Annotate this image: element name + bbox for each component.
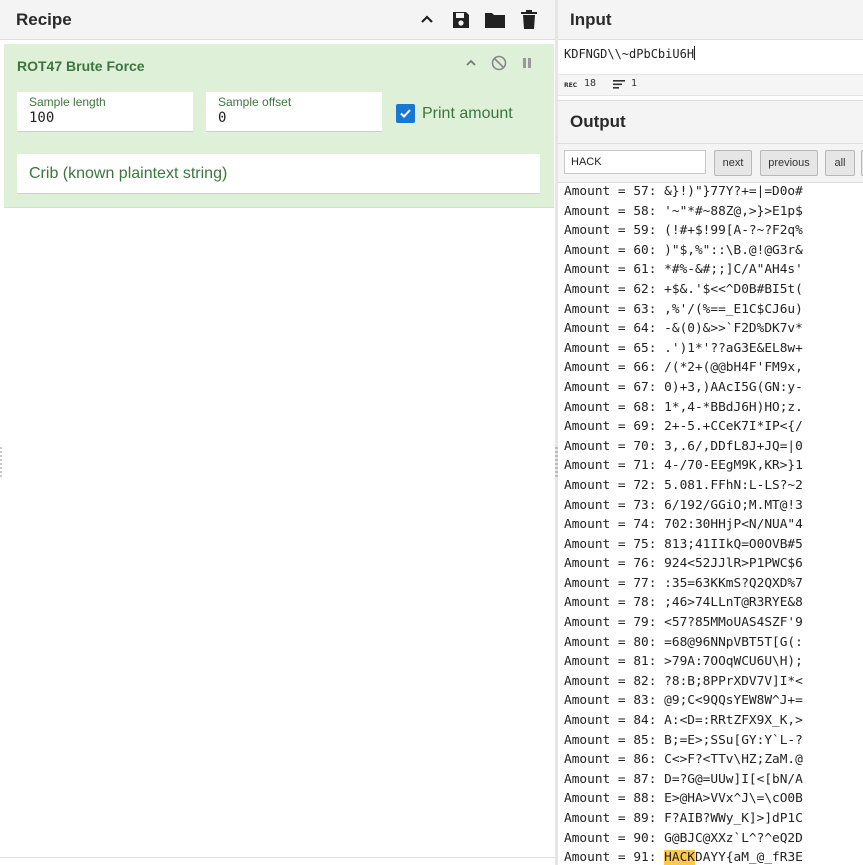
output-line: Amount = 83: @9;C<9QQsYEW8W^J+= [564, 693, 803, 709]
input-title: Input [570, 9, 612, 29]
output-title: Output [570, 112, 626, 131]
input-length-stat: REC 18 [564, 78, 596, 89]
output-line: Amount = 60: )"$,%"::\B.@!@G3r& [564, 242, 803, 258]
recipe-resize-handle[interactable] [0, 447, 2, 477]
output-line: Amount = 88: E>@HA>VVx^J\=\cO0B [564, 791, 803, 807]
trash-icon[interactable] [517, 8, 541, 32]
crib-input[interactable]: Crib (known plaintext string) [17, 154, 540, 194]
output-line: Amount = 89: F?AIB?WWy_K]>]dP1C [564, 811, 803, 826]
print-amount-checkbox[interactable]: Print amount [396, 104, 513, 123]
output-search-bar: HACK next previous all [558, 144, 863, 183]
output-line: Amount = 68: 1*,4-*BBdJ6H)HO;z. [564, 399, 803, 415]
sample-offset-label: Sample offset [218, 95, 292, 109]
output-line: Amount = 72: 5.081.FFhN:L-LS?~2 [564, 477, 803, 493]
output-line-text: DAYY{aM_@_fR3E [695, 850, 803, 865]
output-line: Amount = 65: .')1*'??aG3E&EL8w+ [564, 340, 803, 356]
input-lines-value: 1 [631, 78, 638, 89]
search-previous-button[interactable]: previous [760, 150, 818, 176]
output-line: Amount = 57: &}!)"}77Y?+=|=D0o# [564, 184, 803, 199]
input-status-bar: REC 18 1 [558, 74, 863, 96]
output-line: Amount = 86: C<>F?<TTv\HZ;ZaM.@ [564, 752, 803, 768]
operation-controls [462, 54, 536, 72]
output-line-text: Amount = 91: [564, 850, 665, 865]
output-pane: Output HACK next previous all Amount = 5… [558, 100, 863, 865]
recipe-title: Recipe [16, 9, 72, 29]
output-line: Amount = 77: :35=63KKmS?Q2QXD%7 [564, 575, 803, 591]
output-line: Amount = 90: G@BJC@XXz`L^?^eQ2D [564, 830, 803, 846]
output-line: Amount = 61: *#%-&#;;]C/A"AH4s' [564, 262, 803, 278]
output-line: Amount = 67: 0)+3,)AAcI5G(GN:y- [564, 379, 803, 395]
output-line: Amount = 69: 2+-5.+CCeK7I*IP<{/ [564, 419, 803, 435]
length-icon: REC [564, 82, 578, 88]
chevron-up-icon[interactable] [462, 54, 480, 72]
checkmark-icon[interactable] [396, 104, 415, 123]
print-amount-label: Print amount [422, 104, 513, 122]
sample-length-label: Sample length [29, 95, 106, 109]
recipe-pane: Recipe ROT47 Brute Force Sample length 1… [0, 0, 555, 865]
recipe-footer-divider [0, 857, 555, 858]
input-pane: Input KDFNGD\\~dPbCbiU6H REC 18 1 [558, 0, 863, 100]
lines-icon [613, 79, 625, 89]
svg-text:REC: REC [564, 82, 578, 88]
output-header: Output [558, 100, 863, 144]
operation-title: ROT47 Brute Force [17, 58, 145, 74]
input-length-value: 18 [584, 78, 597, 89]
output-search-input[interactable]: HACK [564, 150, 706, 174]
output-line: Amount = 81: >79A:7OOqWCU6U\H); [564, 654, 803, 670]
save-icon[interactable] [449, 8, 473, 32]
output-line: Amount = 63: ,%'/(%==_E1C$CJ6u) [564, 301, 803, 317]
crib-placeholder: Crib (known plaintext string) [29, 165, 228, 182]
output-line: Amount = 64: -&(0)&>>`F2D%DK7v* [564, 321, 803, 337]
output-line: Amount = 91: HACKDAYY{aM_@_fR3E [564, 848, 863, 865]
sample-length-input[interactable]: 100 [29, 110, 179, 126]
output-line: Amount = 66: /(*2+(@@bH4F'FM9x, [564, 360, 803, 376]
output-line: Amount = 76: 924<52JJlR>P1PWC$6 [564, 556, 803, 572]
output-line: Amount = 73: 6/192/GGiO;M.MT@!3 [564, 497, 803, 513]
output-line: Amount = 79: <57?85MMoUAS4SZF'9 [564, 615, 803, 631]
search-next-button[interactable]: next [714, 150, 752, 176]
recipe-toolbar [415, 8, 541, 32]
output-line: Amount = 82: ?8:B;8PPrXDV7V]I*< [564, 673, 803, 689]
output-line: Amount = 70: 3,.6/,DDfL8J+JQ=|0 [564, 438, 803, 454]
sample-offset-field[interactable]: Sample offset 0 [206, 92, 382, 132]
output-line: Amount = 85: B;=E>;SSu[GY:Y`L-? [564, 732, 803, 748]
output-line: Amount = 75: 813;41IIkQ=O0OVB#5 [564, 536, 803, 552]
output-line: Amount = 74: 702:30HHjP<N/NUA"4 [564, 517, 803, 533]
search-all-button[interactable]: all [825, 150, 855, 176]
input-text-value: KDFNGD\\~dPbCbiU6H [564, 47, 695, 61]
operation-rot47-brute-force: ROT47 Brute Force Sample length 100 Samp… [4, 44, 554, 208]
folder-icon[interactable] [483, 8, 507, 32]
output-line: Amount = 71: 4-/70-EEgM9K,KR>}1 [564, 458, 803, 474]
input-header: Input [558, 0, 863, 40]
recipe-header: Recipe [0, 0, 555, 40]
output-line: Amount = 62: +$&.'$<<^D0B#BI5t( [564, 281, 803, 297]
text-cursor [694, 46, 696, 60]
input-textarea[interactable]: KDFNGD\\~dPbCbiU6H [564, 46, 696, 61]
output-line: Amount = 58: '~"*#~88Z@,>}>E1p$ [564, 203, 803, 219]
disable-icon[interactable] [490, 54, 508, 72]
output-line: Amount = 84: A:<D=:RRtZFX9X_K,> [564, 713, 803, 729]
output-line: Amount = 59: (!#+$!99[A-?~?F2q% [564, 223, 803, 239]
output-text[interactable]: Amount = 57: &}!)"}77Y?+=|=D0o# Amount = … [564, 182, 863, 865]
sample-length-field[interactable]: Sample length 100 [17, 92, 193, 132]
sample-offset-input[interactable]: 0 [218, 110, 368, 126]
pause-icon[interactable] [518, 54, 536, 72]
output-line: Amount = 87: D=?G@=UUw]I[<[bN/A [564, 771, 803, 787]
chevron-up-icon[interactable] [415, 8, 439, 32]
search-match-highlight: HACK [664, 850, 695, 865]
output-line: Amount = 78: ;46>74LLnT@R3RYE&8 [564, 595, 803, 611]
input-lines-stat: 1 [613, 78, 637, 89]
output-line: Amount = 80: =68@96NNpVBT5T[G(: [564, 634, 803, 650]
